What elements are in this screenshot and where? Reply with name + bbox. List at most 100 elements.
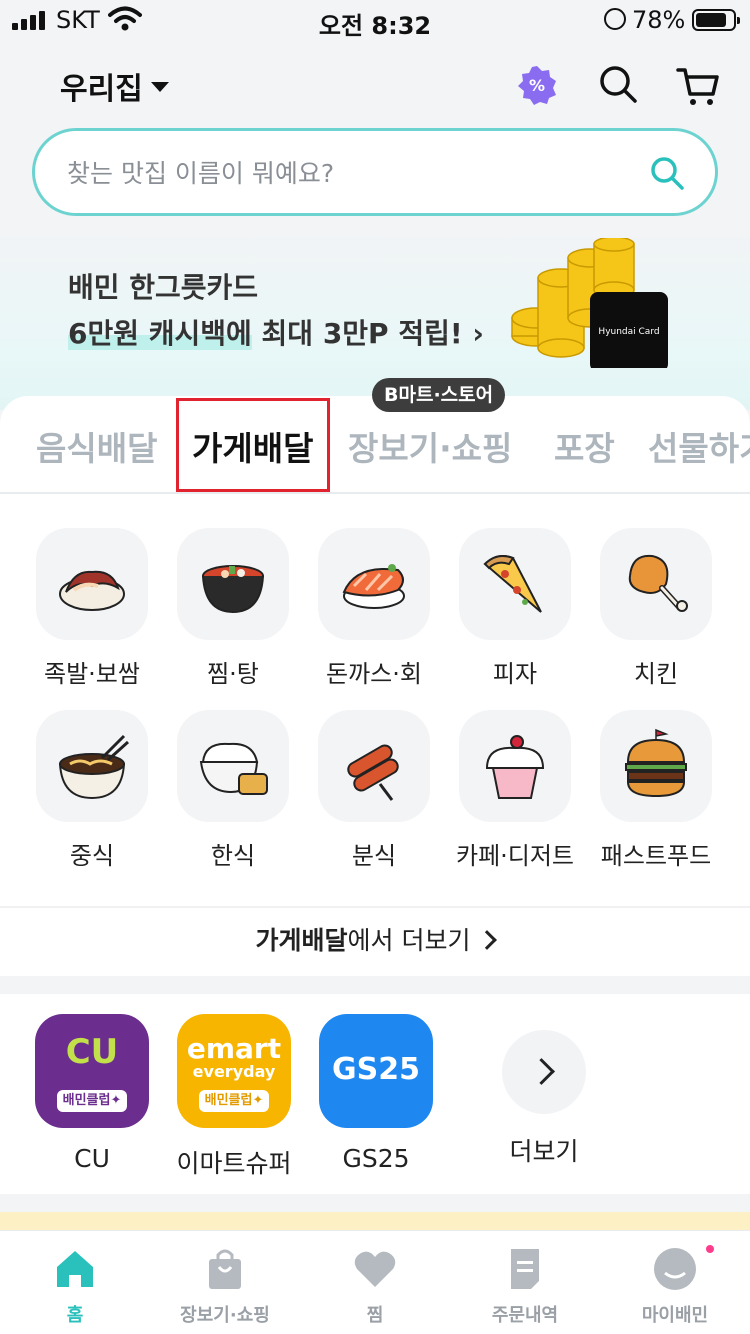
nav-label: 찜 [366, 1305, 384, 1326]
store-name: 이마트슈퍼 [176, 1149, 292, 1178]
store-gs25[interactable]: GS25 GS25 [318, 1014, 434, 1173]
nav-orders[interactable]: 주문내역 [450, 1245, 600, 1327]
store-name: GS25 [342, 1144, 410, 1173]
store-more-label: 더보기 [509, 1137, 579, 1166]
shopping-bag-icon [209, 1249, 241, 1289]
noodle-icon [58, 734, 130, 800]
cu-brand: CU [65, 1032, 119, 1072]
more-rest: 에서 더보기 [347, 926, 471, 955]
category-label: 돈까스·회 [326, 660, 422, 688]
tab-shopping[interactable]: 장보기·쇼핑 [348, 422, 512, 470]
search-bar[interactable] [32, 128, 718, 216]
stew-icon [202, 565, 264, 614]
profile-icon [654, 1248, 696, 1290]
promo-highlight: 6만원 캐시백에 [68, 317, 252, 350]
nav-label: 홈 [66, 1305, 84, 1326]
store-name: CU [74, 1144, 110, 1173]
category-tile [600, 710, 712, 822]
category-label: 카페·디저트 [455, 842, 575, 870]
category-tile [36, 528, 148, 640]
emart-brand: emart [186, 1032, 282, 1065]
cupcake-icon [485, 735, 545, 799]
category-label: 족발·보쌈 [44, 660, 140, 688]
cart-icon[interactable] [676, 64, 720, 108]
promo-subtitle: 6만원 캐시백에 최대 3만P 적립! › [68, 312, 484, 352]
gs25-logo: GS25 [319, 1014, 433, 1128]
svg-text:%: % [529, 76, 545, 95]
receipt-icon [511, 1249, 539, 1289]
emart-sub: everyday [192, 1062, 276, 1081]
more-link[interactable]: 가게배달에서 더보기 [0, 906, 750, 976]
battery-icon [692, 9, 740, 31]
category-sushi[interactable]: 돈까스·회 [304, 528, 444, 689]
notification-dot [706, 1245, 714, 1253]
sausage-icon [347, 744, 399, 801]
category-label: 분식 [351, 842, 397, 870]
category-chinese[interactable]: 중식 [22, 710, 162, 871]
address-label: 우리집 [60, 72, 143, 107]
nav-shopping[interactable]: 장보기·쇼핑 [150, 1245, 300, 1327]
nav-my[interactable]: 마이배민 [600, 1245, 750, 1327]
category-cafe[interactable]: 카페·디저트 [445, 710, 585, 871]
search-icon[interactable] [649, 155, 685, 191]
category-label: 한식 [210, 842, 256, 870]
tab-takeout[interactable]: 포장 [554, 422, 615, 470]
tab-gift[interactable]: 선물하기 [648, 422, 750, 470]
rotation-lock-icon [604, 8, 626, 30]
coins-card-illustration: Hyundai Card [511, 238, 668, 368]
rice-icon [199, 742, 268, 795]
chevron-right-icon [477, 930, 498, 950]
category-stew[interactable]: 찜·탕 [163, 528, 303, 689]
home-icon [57, 1251, 93, 1287]
category-fastfood[interactable]: 패스트푸드 [586, 710, 726, 871]
promo-rest: 최대 3만P 적립! [251, 317, 473, 350]
card-text: Hyundai Card [598, 327, 659, 337]
store-cu[interactable]: CU 배민클럽✦ CU [34, 1014, 150, 1173]
store-more[interactable]: 더보기 [486, 1014, 602, 1168]
battery-percent: 78% [632, 6, 686, 34]
mart-store-badge: B마트·스토어 [372, 378, 506, 412]
category-snack[interactable]: 분식 [304, 710, 444, 871]
search-input[interactable] [67, 153, 627, 193]
heart-icon [354, 1251, 396, 1287]
active-tab-highlight [176, 398, 330, 492]
category-label: 치킨 [633, 660, 679, 688]
category-tabs: 음식배달 가게배달 장보기·쇼핑 포장 선물하기 [0, 396, 750, 494]
nav-label: 장보기·쇼핑 [180, 1305, 270, 1326]
pizza-icon [483, 555, 542, 613]
coupon-icon[interactable]: % [516, 64, 558, 106]
nav-favorites[interactable]: 찜 [300, 1245, 450, 1327]
chevron-right-icon: › [472, 317, 484, 350]
category-chicken[interactable]: 치킨 [586, 528, 726, 689]
category-jokbal[interactable]: 족발·보쌈 [22, 528, 162, 689]
category-tile [459, 528, 571, 640]
caret-down-icon [150, 82, 169, 92]
nav-home[interactable]: 홈 [0, 1245, 150, 1327]
status-bar: SKT 오전 8:32 78% [0, 0, 750, 40]
tab-food-delivery[interactable]: 음식배달 [36, 422, 157, 470]
category-pizza[interactable]: 피자 [445, 528, 585, 689]
cu-logo: CU 배민클럽✦ [35, 1014, 149, 1128]
category-label: 찜·탕 [207, 660, 259, 688]
jokbal-icon [59, 570, 125, 611]
store-emart[interactable]: emart everyday 배민클럽✦ 이마트슈퍼 [176, 1014, 292, 1180]
category-label: 패스트푸드 [600, 842, 712, 870]
club-badge: 배민클럽✦ [57, 1090, 127, 1112]
promo-banner[interactable]: 배민 한그릇카드 6만원 캐시백에 최대 3만P 적립! › Hyundai C… [0, 230, 750, 410]
category-tile [177, 710, 289, 822]
category-korean[interactable]: 한식 [163, 710, 303, 871]
burger-icon [625, 728, 687, 798]
chevron-right-icon [502, 1030, 586, 1114]
nav-label: 마이배민 [641, 1305, 709, 1326]
club-badge: 배민클럽✦ [199, 1090, 269, 1112]
nav-label: 주문내역 [491, 1305, 559, 1326]
search-icon[interactable] [598, 64, 638, 104]
more-bold: 가게배달 [255, 926, 348, 955]
chicken-icon [628, 554, 688, 612]
category-tile [318, 528, 430, 640]
bottom-nav: 홈 장보기·쇼핑 찜 주문내역 마이배민 [0, 1230, 750, 1334]
category-label: 피자 [492, 660, 538, 688]
category-tile [177, 528, 289, 640]
delivery-sheet: 음식배달 가게배달 장보기·쇼핑 포장 선물하기 족발·보쌈 찜·탕 돈까스·회 [0, 396, 750, 916]
address-selector[interactable]: 우리집 [60, 64, 169, 108]
